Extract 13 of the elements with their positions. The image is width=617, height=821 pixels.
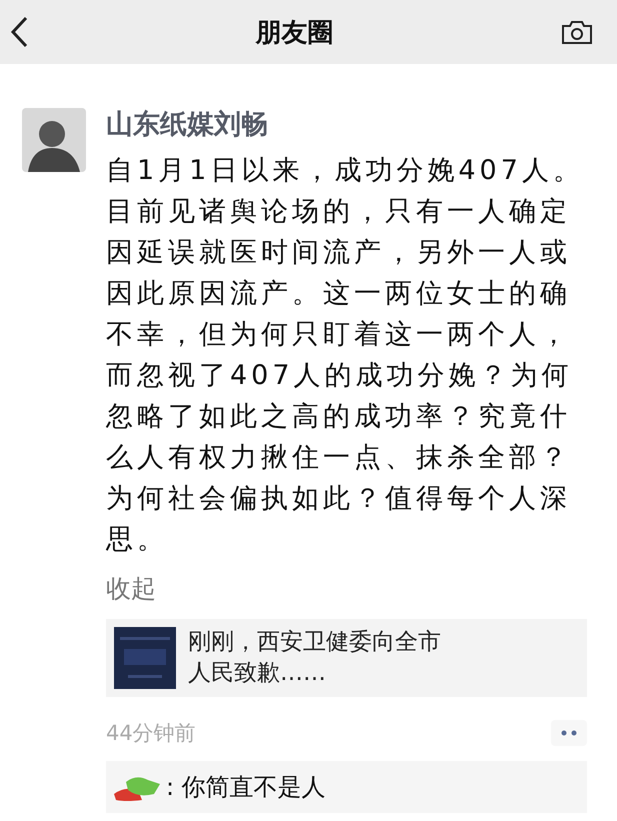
collapse-link[interactable]: 收起 [106, 572, 156, 605]
post-text: 自1月1日以来，成功分娩407人。目前见诸舆论场的，只有一人确定因延误就医时间流产，另外一人或因此原因流产。这一两位女士的确不幸，但为何只盯着这一两个人，而忽视了407人的成功分娩？为何忽略了如此之高的成功率？究竟什么人有权力揪住一点、抹杀全部？为何社会偏执如此？值得每个人深思。 [106, 154, 585, 557]
more-button[interactable] [551, 720, 587, 746]
link-card[interactable]: 刚刚，西安卫健委向全市人民致歉…… [106, 619, 587, 697]
link-title: 刚刚，西安卫健委向全市人民致歉…… [188, 628, 442, 688]
avatar[interactable] [22, 108, 86, 172]
comment-text: : 你简直不是人 [166, 772, 326, 803]
author-name[interactable]: 山东纸媒刘畅 [106, 108, 587, 142]
dots-icon [561, 730, 577, 736]
post-time: 44分钟前 [106, 720, 196, 747]
camera-icon[interactable] [561, 19, 593, 45]
page-title: 朋友圈 [256, 16, 334, 50]
back-icon[interactable] [10, 16, 28, 48]
